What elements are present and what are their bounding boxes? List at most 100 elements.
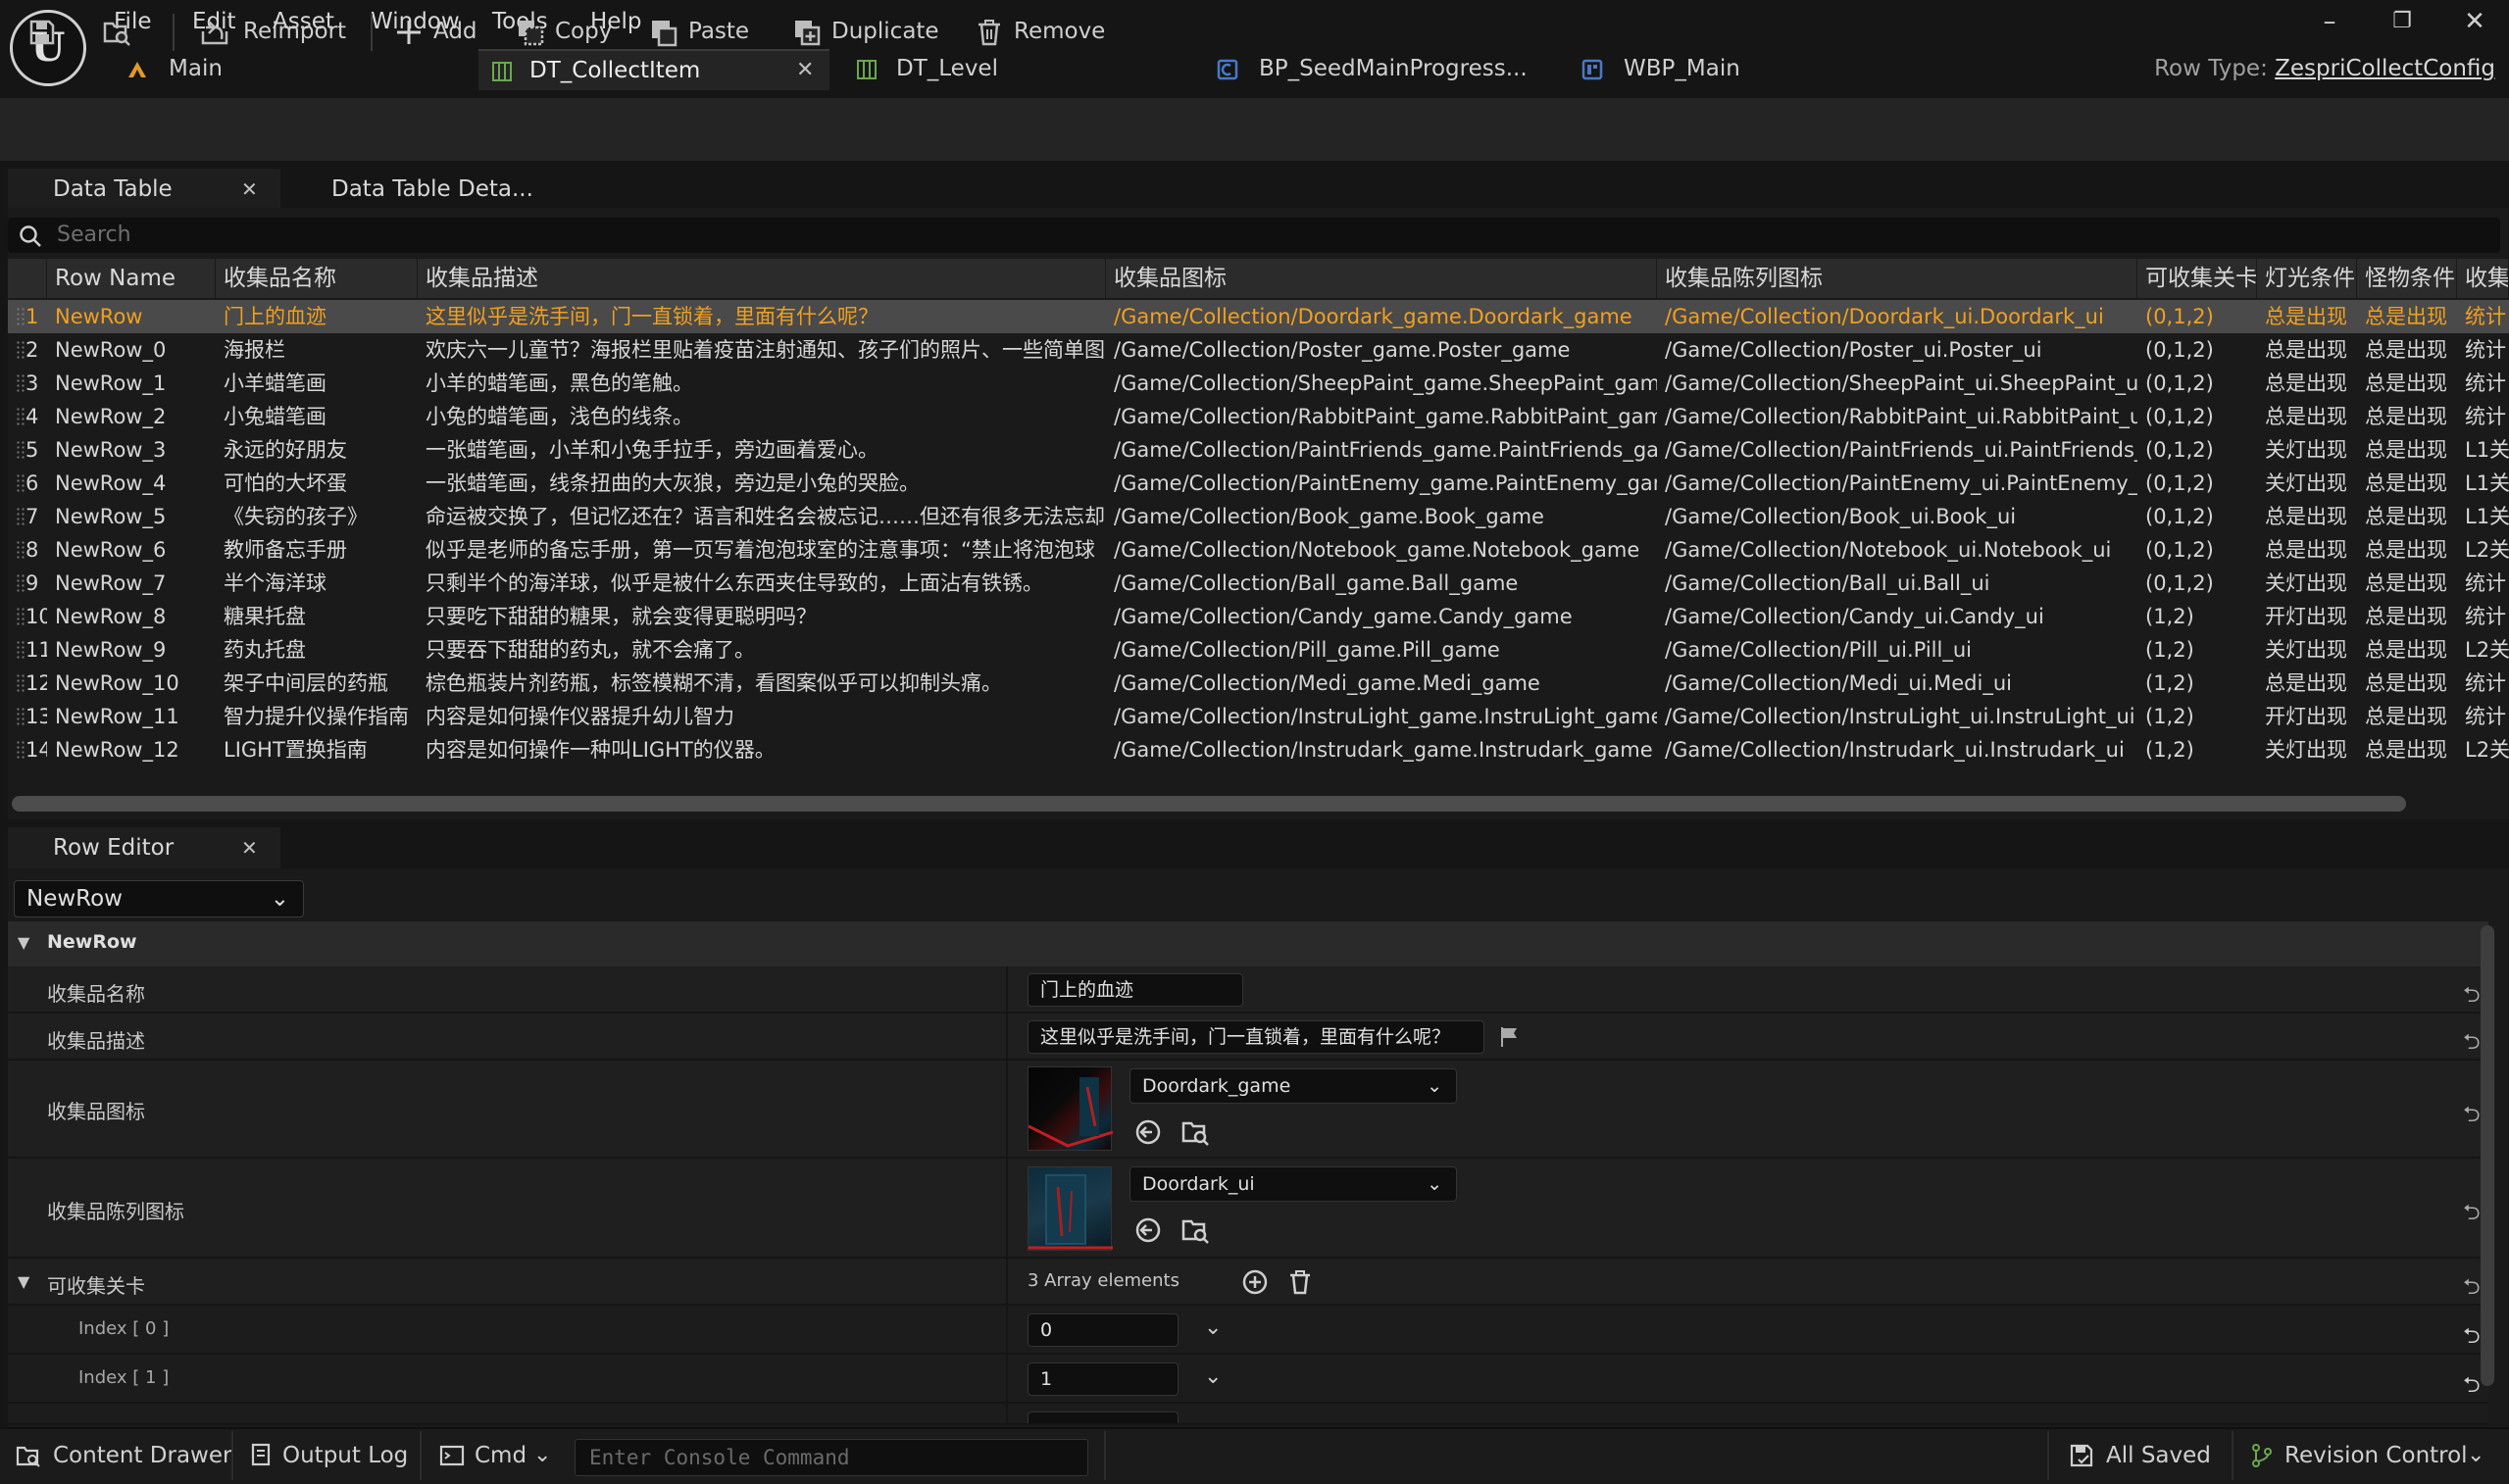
trash-icon[interactable] (1286, 1268, 1314, 1296)
cell-light-condition: 总是出现 (2265, 405, 2347, 428)
table-row[interactable]: 12 NewRow_10 架子中间层的药瓶 棕色瓶装片剂药瓶，标签模糊不清，看图案似乎… (8, 667, 2509, 700)
column-header-icon[interactable]: 收集品图标 (1106, 259, 1657, 298)
table-row[interactable]: 11 NewRow_9 药丸托盘 只要吞下甜甜的药丸，就不会痛了。 /Game/Coll… (8, 633, 2509, 667)
table-row[interactable]: 13 NewRow_11 智力提升仪操作指南 内容是如何操作仪器提升幼儿智力/Game… (8, 700, 2509, 733)
table-row[interactable]: 1 NewRow 门上的血迹 这里似乎是洗手间，门一直锁着，里面有什么呢？ /Game/… (8, 300, 2509, 333)
table-row[interactable]: 4 NewRow_2 小兔蜡笔画 小兔的蜡笔画，浅色的线条。 /Game/Collect… (8, 400, 2509, 433)
column-header-levels[interactable]: 可收集关卡 (2137, 259, 2257, 298)
cell-monster-condition: 总是出现 (2365, 438, 2447, 462)
table-row[interactable]: 9 NewRow_7 半个海洋球 只剩半个的海洋球，似乎是被什么东西夹住导致的，上面沾… (8, 567, 2509, 600)
blueprint-icon (1217, 59, 1238, 80)
tab-main[interactable]: Main (118, 49, 471, 90)
column-header-row-name[interactable]: Row Name (47, 259, 216, 298)
table-row[interactable]: 14 NewRow_12 LIGHT置换指南 内容是如何操作一种叫LIGHT的仪器。 /… (8, 733, 2509, 767)
remove-button[interactable]: Remove (975, 10, 1112, 53)
table-row[interactable]: 7 NewRow_5 《失窃的孩子》 命运被交换了，但记忆还在？语言和姓名会被忘记……… (8, 500, 2509, 533)
output-log-button[interactable]: Output Log (249, 1431, 416, 1480)
cell-index: 5 (25, 438, 39, 462)
cell-monster-condition: 总是出现 (2365, 371, 2447, 395)
all-saved-button[interactable]: All Saved (2069, 1431, 2216, 1480)
index-0-field[interactable]: 0 (1028, 1313, 1179, 1347)
tab-dt-level[interactable]: DT_Level (843, 49, 1196, 90)
asset-thumbnail[interactable] (1028, 1066, 1113, 1151)
console-command-input[interactable]: Enter Console Command (575, 1439, 1088, 1476)
duplicate-label: Duplicate (831, 19, 939, 44)
cell-light-condition: 总是出现 (2265, 538, 2347, 562)
reimport-button[interactable]: Reimport (200, 10, 357, 53)
tab-data-table-details[interactable]: Data Table Deta... (296, 169, 551, 210)
flag-icon[interactable] (1498, 1025, 1522, 1049)
horizontal-scrollbar[interactable] (12, 796, 2406, 812)
column-header-description[interactable]: 收集品描述 (418, 259, 1106, 298)
cell-monster-condition: 总是出现 (2365, 305, 2447, 328)
tab-wbp-main[interactable]: WBP_Main (1573, 49, 1926, 90)
index-2-field[interactable] (1028, 1411, 1179, 1423)
add-element-icon[interactable] (1241, 1268, 1269, 1296)
cell-icon: /Game/Collection/PaintEnemy_game.PaintEn… (1114, 471, 1657, 495)
close-tab-icon[interactable]: ✕ (241, 827, 258, 868)
browse-asset-icon[interactable] (1180, 1215, 1210, 1245)
close-tab-icon[interactable]: ✕ (796, 51, 814, 90)
restore-icon[interactable]: ❐ (2383, 4, 2422, 39)
chevron-down-icon[interactable]: ⌄ (1204, 1364, 1222, 1389)
tab-row-editor[interactable]: Row Editor ✕ (8, 827, 280, 868)
column-header-collect[interactable]: 收集 (2457, 259, 2509, 298)
cell-row-name: NewRow_11 (55, 705, 179, 728)
vertical-scrollbar[interactable] (2481, 925, 2494, 1386)
toolbar (0, 98, 2509, 161)
cell-collect: 统计 (2465, 671, 2506, 695)
paste-button[interactable]: Paste (649, 10, 767, 53)
cell-light-condition: 关灯出现 (2265, 738, 2347, 762)
save-button[interactable] (27, 10, 61, 53)
minimize-icon[interactable]: – (2310, 4, 2349, 39)
close-tab-icon[interactable]: ✕ (241, 169, 258, 210)
cell-icon: /Game/Collection/Doordark_game.Doordark_… (1114, 305, 1632, 328)
use-selected-asset-icon[interactable] (1133, 1215, 1163, 1245)
cmd-dropdown[interactable]: Cmd ⌄ (439, 1431, 559, 1480)
table-row[interactable]: 6 NewRow_4 可怕的大坏蛋 一张蜡笔画，线条扭曲的大灰狼，旁边是小兔的哭脸。 /… (8, 467, 2509, 500)
chevron-down-icon: ⌄ (2467, 1443, 2485, 1467)
row-selector-dropdown[interactable]: NewRow ⌄ (14, 880, 304, 917)
column-header-display-icon[interactable]: 收集品陈列图标 (1657, 259, 2137, 298)
description-field[interactable]: 这里似乎是洗手间，门一直锁着，里面有什么呢？ (1028, 1020, 1484, 1054)
cell-monster-condition: 总是出现 (2365, 671, 2447, 695)
name-field[interactable]: 门上的血迹 (1028, 973, 1243, 1007)
cell-index: 4 (25, 405, 39, 428)
tab-data-table[interactable]: Data Table ✕ (8, 169, 280, 210)
section-newrow[interactable]: ▼ NewRow (8, 921, 2488, 966)
column-header-name[interactable]: 收集品名称 (216, 259, 418, 298)
content-drawer-button[interactable]: Content Drawer (16, 1431, 231, 1480)
close-window-icon[interactable]: ✕ (2455, 4, 2494, 39)
row-type-link[interactable]: ZespriCollectConfig (2275, 56, 2495, 81)
collapse-arrow-icon[interactable]: ▼ (18, 1272, 29, 1291)
row-type-indicator: Row Type: ZespriCollectConfig (2154, 51, 2495, 86)
cell-name: 海报栏 (224, 338, 285, 362)
table-row[interactable]: 8 NewRow_6 教师备忘手册 似乎是老师的备忘手册，第一页写着泡泡球室的注意事项… (8, 533, 2509, 567)
cell-collect: L2关 (2465, 738, 2509, 762)
column-header-light-condition[interactable]: 灯光条件 (2257, 259, 2357, 298)
search-input[interactable]: Search (8, 218, 2500, 253)
table-row[interactable]: 10 NewRow_8 糖果托盘 只要吃下甜甜的糖果，就会变得更聪明吗？ /Game/C… (8, 600, 2509, 633)
display-icon-asset-combo[interactable]: Doordark_ui ⌄ (1129, 1166, 1457, 1202)
revision-control-button[interactable]: Revision Control ⌄ (2249, 1431, 2500, 1480)
add-row-button[interactable]: Add (394, 10, 488, 53)
tab-dt-collectitem[interactable]: DT_CollectItem ✕ (478, 49, 829, 90)
search-placeholder: Search (57, 223, 131, 247)
table-row[interactable]: 2 NewRow_0 海报栏 欢庆六一儿童节？海报栏里贴着疫苗注射通知、孩子们的照片、… (8, 333, 2509, 367)
index-1-field[interactable]: 1 (1028, 1362, 1179, 1396)
asset-thumbnail[interactable] (1028, 1166, 1113, 1251)
copy-button[interactable]: Copy (516, 10, 633, 53)
cell-row-name: NewRow_10 (55, 671, 179, 695)
icon-asset-combo[interactable]: Doordark_game ⌄ (1129, 1068, 1457, 1104)
tab-bp-seedmainprogress[interactable]: BP_SeedMainProgress... (1208, 49, 1561, 90)
browse-asset-icon[interactable] (1180, 1117, 1210, 1147)
use-selected-asset-icon[interactable] (1133, 1117, 1163, 1147)
column-header-monster-condition[interactable]: 怪物条件 (2357, 259, 2457, 298)
cell-index: 11 (25, 638, 47, 662)
table-row[interactable]: 3 NewRow_1 小羊蜡笔画 小羊的蜡笔画，黑色的笔触。 /Game/Collect… (8, 367, 2509, 400)
chevron-down-icon[interactable]: ⌄ (1204, 1315, 1222, 1340)
table-row[interactable]: 5 NewRow_3 永远的好朋友 一张蜡笔画，小羊和小兔手拉手，旁边画着爱心。 /Ga… (8, 433, 2509, 467)
browse-button[interactable] (102, 10, 139, 53)
duplicate-button[interactable]: Duplicate (792, 10, 949, 53)
collapse-arrow-icon[interactable]: ▼ (18, 933, 29, 952)
